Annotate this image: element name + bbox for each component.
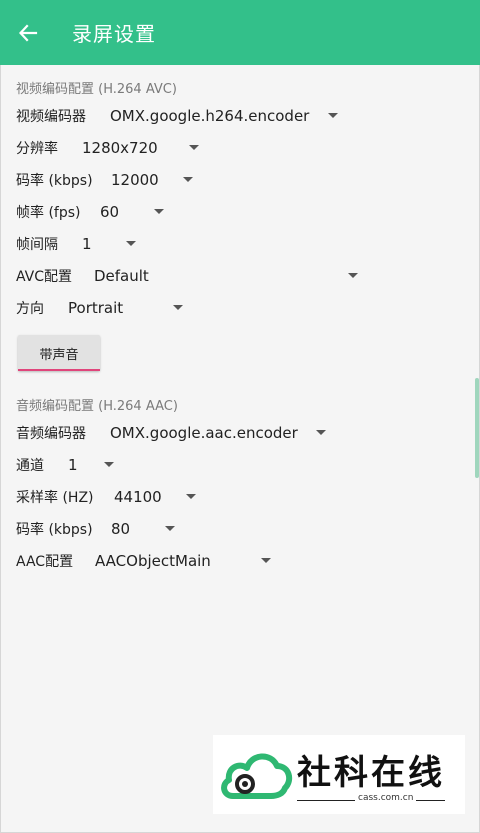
video-bitrate-row: 码率 (kbps) bbox=[16, 166, 93, 194]
sample-rate-value: 44100 bbox=[114, 488, 162, 506]
chevron-down-icon bbox=[154, 209, 164, 214]
orientation-label: 方向 bbox=[16, 301, 44, 317]
audio-bitrate-row: 码率 (kbps) bbox=[16, 515, 93, 543]
framerate-value: 60 bbox=[100, 203, 120, 221]
aac-profile-label: AAC配置 bbox=[16, 554, 74, 570]
chevron-down-icon bbox=[173, 305, 183, 310]
audio-channel-spinner[interactable]: 1 bbox=[68, 451, 128, 479]
audio-channel-value: 1 bbox=[68, 456, 78, 474]
audio-section-title: 音频编码配置 (H.264 AAC) bbox=[16, 399, 178, 414]
framerate-label: 帧率 (fps) bbox=[16, 205, 81, 221]
video-encoder-spinner[interactable]: OMX.google.h264.encoder bbox=[110, 102, 350, 130]
watermark-brand: 社科在线 bbox=[297, 753, 445, 793]
avc-profile-label: AVC配置 bbox=[16, 269, 73, 285]
app-bar: 录屏设置 bbox=[0, 0, 480, 65]
audio-encoder-value: OMX.google.aac.encoder bbox=[110, 424, 298, 442]
video-section-title: 视频编码配置 (H.264 AVC) bbox=[16, 82, 177, 97]
resolution-spinner[interactable]: 1280x720 bbox=[82, 134, 212, 162]
watermark-domain: cass.com.cn bbox=[355, 793, 417, 803]
avc-profile-value: Default bbox=[94, 267, 149, 285]
back-button[interactable] bbox=[0, 0, 56, 65]
arrow-left-icon bbox=[18, 23, 38, 42]
chevron-down-icon bbox=[348, 273, 358, 278]
video-bitrate-value: 12000 bbox=[111, 171, 159, 189]
chevron-down-icon bbox=[186, 494, 196, 499]
video-bitrate-spinner[interactable]: 12000 bbox=[111, 166, 201, 194]
audio-channel-label: 通道 bbox=[16, 458, 44, 474]
chevron-down-icon bbox=[189, 145, 199, 150]
frame-border-left bbox=[0, 65, 1, 833]
framerate-row: 帧率 (fps) bbox=[16, 198, 80, 226]
scrollbar[interactable] bbox=[475, 378, 479, 478]
video-encoder-value: OMX.google.h264.encoder bbox=[110, 107, 310, 125]
resolution-value: 1280x720 bbox=[82, 139, 158, 157]
with-audio-toggle-button[interactable]: 带声音 bbox=[18, 335, 100, 371]
audio-encoder-label: 音频编码器 bbox=[16, 426, 86, 442]
iframe-interval-value: 1 bbox=[82, 235, 92, 253]
audio-encoder-row: 音频编码器 bbox=[16, 419, 86, 447]
iframe-interval-spinner[interactable]: 1 bbox=[82, 230, 142, 258]
orientation-spinner[interactable]: Portrait bbox=[68, 294, 188, 322]
resolution-label: 分辨率 bbox=[16, 141, 58, 157]
audio-encoder-spinner[interactable]: OMX.google.aac.encoder bbox=[110, 419, 340, 447]
avc-profile-spinner[interactable]: Default bbox=[94, 262, 364, 290]
orientation-value: Portrait bbox=[68, 299, 124, 317]
toggle-on-indicator bbox=[18, 369, 100, 371]
chevron-down-icon bbox=[126, 241, 136, 246]
video-encoder-label: 视频编码器 bbox=[16, 109, 86, 125]
sample-rate-spinner[interactable]: 44100 bbox=[114, 483, 204, 511]
orientation-row: 方向 bbox=[16, 294, 44, 322]
page-title: 录屏设置 bbox=[72, 22, 156, 46]
audio-bitrate-spinner[interactable]: 80 bbox=[111, 515, 181, 543]
aac-profile-value: AACObjectMain bbox=[95, 552, 211, 570]
chevron-down-icon bbox=[165, 526, 175, 531]
sample-rate-label: 采样率 (HZ) bbox=[16, 490, 94, 506]
framerate-spinner[interactable]: 60 bbox=[100, 198, 170, 226]
chevron-down-icon bbox=[104, 462, 114, 467]
avc-profile-row: AVC配置 bbox=[16, 262, 72, 290]
audio-bitrate-value: 80 bbox=[111, 520, 131, 538]
cloud-logo-icon bbox=[221, 753, 293, 799]
video-bitrate-label: 码率 (kbps) bbox=[16, 173, 93, 189]
chevron-down-icon bbox=[183, 177, 193, 182]
resolution-row: 分辨率 bbox=[16, 134, 58, 162]
iframe-interval-row: 帧间隔 bbox=[16, 230, 58, 258]
chevron-down-icon bbox=[328, 113, 338, 118]
chevron-down-icon bbox=[316, 430, 326, 435]
video-encoder-row: 视频编码器 bbox=[16, 102, 86, 130]
aac-profile-row: AAC配置 bbox=[16, 547, 73, 575]
audio-bitrate-label: 码率 (kbps) bbox=[16, 522, 93, 538]
audio-channel-row: 通道 bbox=[16, 451, 44, 479]
watermark: 社科在线 cass.com.cn bbox=[213, 735, 465, 814]
sample-rate-row: 采样率 (HZ) bbox=[16, 483, 94, 511]
iframe-interval-label: 帧间隔 bbox=[16, 237, 58, 253]
chevron-down-icon bbox=[261, 558, 271, 563]
aac-profile-spinner[interactable]: AACObjectMain bbox=[95, 547, 275, 575]
